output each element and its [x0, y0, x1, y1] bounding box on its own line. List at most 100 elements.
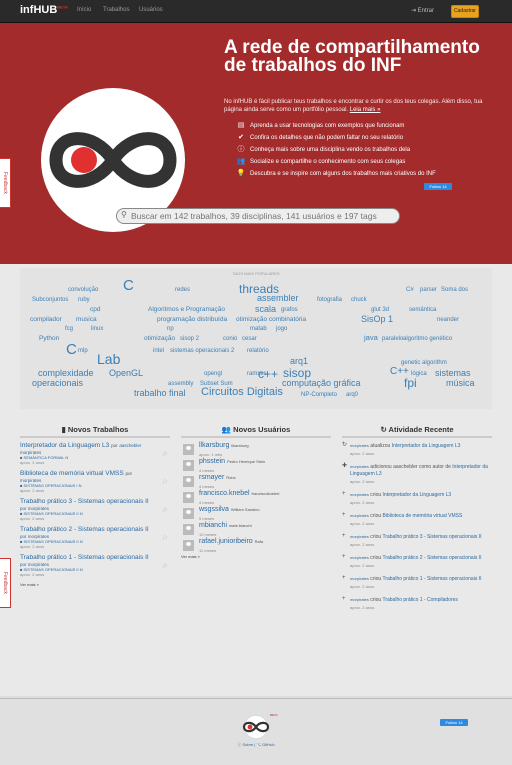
avatar[interactable]	[183, 492, 194, 503]
activity-target[interactable]: Trabalho prático 1 - Sistemas operaciona…	[382, 576, 481, 582]
tag[interactable]: convolução	[68, 287, 98, 293]
tag[interactable]: computação gráfica	[282, 379, 361, 388]
tag[interactable]: C#	[406, 287, 414, 293]
tag[interactable]: C	[123, 278, 134, 293]
work-title[interactable]: Trabalho prático 2 - Sistemas operaciona…	[20, 526, 149, 533]
tag[interactable]: ruby	[78, 297, 90, 303]
activity-user[interactable]: morpirates	[350, 492, 369, 497]
tag[interactable]: otimização combinatória	[236, 316, 306, 324]
tag[interactable]: sistemas operacionais 2	[170, 348, 234, 354]
tag[interactable]: SisOp 1	[361, 315, 393, 324]
activity-target[interactable]: Interpretador da Linguagem L3	[392, 443, 461, 449]
activity-user[interactable]: morpirates	[350, 513, 369, 518]
tag[interactable]: semântica	[409, 307, 436, 313]
tag[interactable]: NP-Completo	[301, 392, 337, 398]
tag[interactable]: matab	[250, 326, 267, 332]
feedback-tab[interactable]: Feedback	[0, 158, 11, 208]
avatar[interactable]	[183, 508, 194, 519]
activity-user[interactable]: morpirates	[350, 555, 369, 560]
activity-user[interactable]: morpirates	[350, 443, 369, 448]
tag[interactable]: paralelo	[382, 336, 403, 342]
tag[interactable]: Subconjuntos	[32, 297, 68, 303]
tag[interactable]: grafos	[281, 307, 298, 313]
activity-user[interactable]: morpirates	[350, 464, 369, 469]
nav-link-works[interactable]: Trabalhos	[103, 7, 129, 13]
tag[interactable]: Python	[39, 335, 59, 343]
github-link[interactable]: GitHub	[262, 742, 274, 747]
tag[interactable]: cpd	[90, 306, 100, 314]
tag[interactable]: sistemas	[435, 369, 471, 378]
username[interactable]: wsgssilva	[199, 506, 229, 513]
tag[interactable]: opengl	[204, 371, 222, 377]
activity-target[interactable]: Biblioteca de memória virtual VMSS	[383, 513, 463, 519]
activity-target[interactable]: Interpretador da Linguagem L3	[383, 492, 452, 498]
activity-target[interactable]: Trabalho prático 1 - Compiladores	[382, 597, 457, 603]
tag[interactable]: conio	[223, 336, 237, 342]
work-title[interactable]: Trabalho prático 1 - Sistemas operaciona…	[20, 554, 149, 561]
tag[interactable]: parser	[420, 287, 437, 293]
avatar[interactable]	[183, 444, 194, 455]
tag[interactable]: Lab	[97, 352, 120, 366]
tag[interactable]: programação distribuída	[157, 316, 227, 324]
avatar[interactable]	[183, 524, 194, 535]
tag[interactable]: C	[66, 342, 77, 357]
nav-link-home[interactable]: Início	[77, 7, 91, 13]
read-more-link[interactable]: Leia mais »	[350, 107, 381, 113]
tag[interactable]: trabalho final	[134, 389, 186, 398]
work-title[interactable]: Trabalho prático 3 - Sistemas operaciona…	[20, 498, 149, 505]
tag[interactable]: genetic algorithm	[401, 360, 447, 366]
tag[interactable]: neander	[437, 317, 459, 323]
twitter-follow-button[interactable]: Follow 14	[424, 183, 452, 190]
footer-twitter-follow-button[interactable]: Follow 14	[440, 719, 468, 726]
tag[interactable]: mlp	[78, 348, 88, 354]
username[interactable]: francisco.knebel	[199, 490, 250, 497]
username[interactable]: mbianchi	[199, 522, 227, 529]
tag[interactable]: operacionais	[32, 379, 83, 388]
tag[interactable]: OpenGL	[109, 369, 143, 378]
tag[interactable]: cesar	[242, 336, 257, 342]
tag[interactable]: música	[446, 379, 475, 388]
activity-user[interactable]: morpirates	[350, 597, 369, 602]
tag[interactable]: fotografia	[317, 297, 342, 303]
tag[interactable]: arq0	[346, 392, 358, 398]
tag[interactable]: Algoritmos e Programação	[148, 306, 225, 314]
tag[interactable]: Soma dos	[441, 287, 468, 293]
feedback-tab-lower[interactable]: Feedback	[0, 558, 11, 608]
avatar[interactable]	[183, 540, 194, 551]
activity-target[interactable]: Trabalho prático 3 - Sistemas operaciona…	[382, 534, 481, 540]
tag[interactable]: musica	[76, 316, 97, 324]
username[interactable]: phsstein	[199, 458, 225, 465]
tag[interactable]: jogo	[276, 326, 287, 332]
search-input[interactable]	[131, 210, 391, 221]
tag[interactable]: intel	[153, 348, 164, 354]
tag[interactable]: sisop 2	[180, 336, 199, 342]
tag[interactable]: compilador	[30, 316, 62, 324]
tag[interactable]: linux	[91, 326, 103, 332]
users-see-more-link[interactable]: Ver mais »	[181, 554, 331, 559]
tag[interactable]: fpi	[404, 377, 417, 389]
tag[interactable]: relatório	[247, 348, 269, 354]
work-title[interactable]: Biblioteca de memória virtual VMSS	[20, 470, 124, 477]
tag[interactable]: otimização	[144, 335, 175, 343]
footer-logo-icon[interactable]	[236, 715, 276, 739]
tag[interactable]: np	[167, 326, 174, 332]
tag[interactable]: complexidade	[38, 369, 94, 378]
work-title[interactable]: Interpretador da Linguagem L3	[20, 442, 109, 449]
activity-user[interactable]: morpirates	[350, 534, 369, 539]
tag[interactable]: assembly	[168, 381, 193, 387]
tag[interactable]: arq1	[290, 357, 308, 366]
work-author[interactable]: aaschebler	[119, 443, 141, 448]
tag[interactable]: redes	[175, 287, 190, 293]
tag[interactable]: assembler	[257, 294, 299, 303]
activity-user[interactable]: morpirates	[350, 576, 369, 581]
tag[interactable]: glut 3d	[371, 307, 389, 313]
nav-link-users[interactable]: Usuários	[139, 7, 163, 13]
login-link[interactable]: ⇥ Entrar	[411, 7, 434, 14]
avatar[interactable]	[183, 460, 194, 471]
tag[interactable]: chuck	[351, 297, 367, 303]
username[interactable]: rsmayer	[199, 474, 224, 481]
tag[interactable]: scala	[255, 305, 276, 314]
avatar[interactable]	[183, 476, 194, 487]
tag[interactable]: fcg	[65, 326, 73, 332]
tag[interactable]: Circuitos Digitais	[201, 387, 283, 398]
